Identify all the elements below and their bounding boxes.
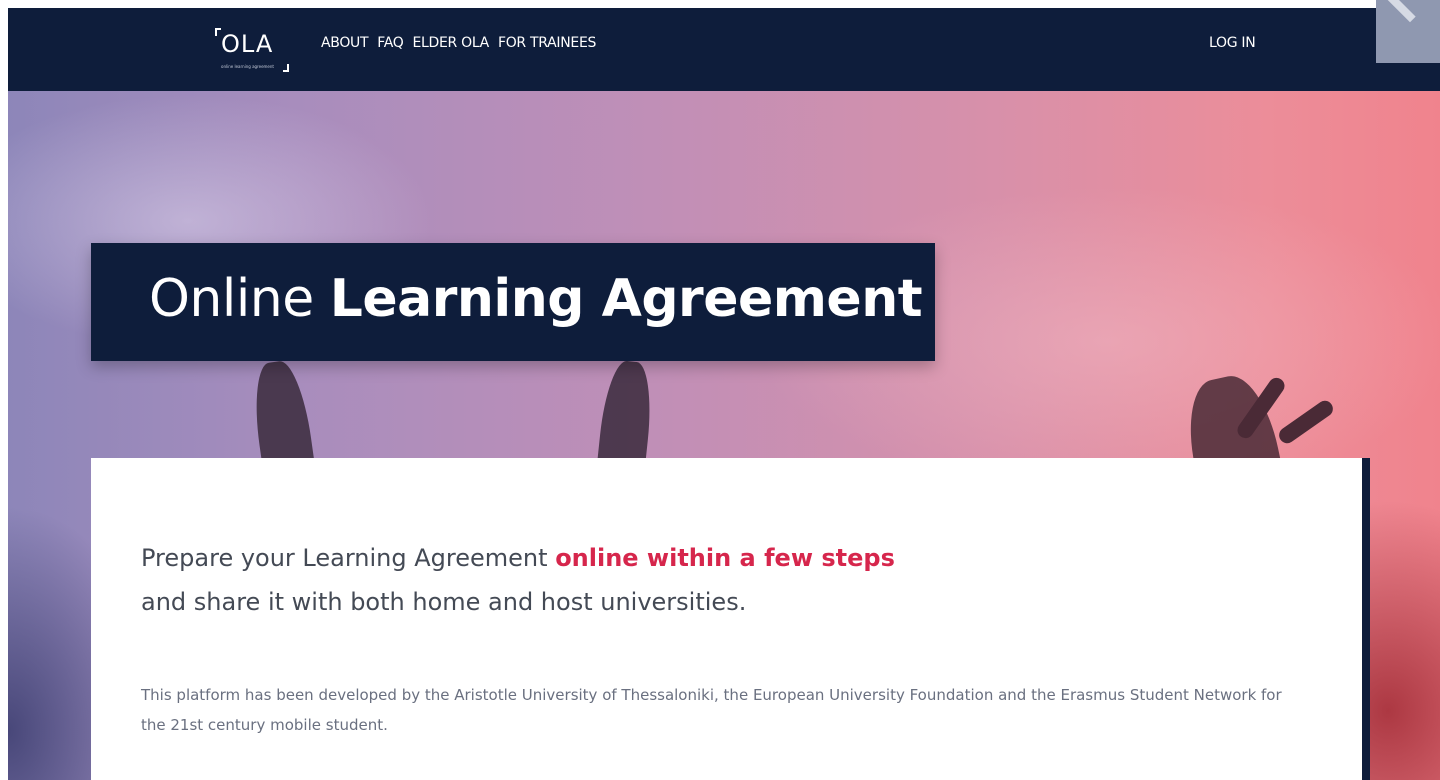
nav-link-faq[interactable]: FAQ — [377, 35, 404, 51]
nav-link-about[interactable]: ABOUT — [321, 35, 369, 51]
nav-link-elder-ola[interactable]: ELDER OLA — [412, 35, 489, 51]
hero-finger — [1276, 397, 1336, 447]
corner-widget[interactable] — [1376, 0, 1440, 63]
logo-text: OLA — [221, 30, 274, 58]
title-banner: Online Learning Agreement — [91, 243, 935, 361]
headline-accent: online within a few steps — [555, 544, 895, 572]
page: OLA online learning agreement ABOUT FAQ … — [0, 0, 1440, 780]
top-navbar: OLA online learning agreement ABOUT FAQ … — [8, 8, 1440, 91]
page-title-bold: Learning Agreement — [329, 269, 923, 329]
headline-part1: Prepare your Learning Agreement — [141, 544, 548, 572]
headline-part2: and share it with both home and host uni… — [141, 588, 747, 616]
logo-subtext: online learning agreement — [221, 64, 274, 69]
page-title: Online Learning Agreement — [149, 269, 923, 329]
ola-logo[interactable]: OLA online learning agreement — [213, 22, 293, 78]
intro-card: Prepare your Learning Agreement online w… — [91, 458, 1370, 780]
intro-description: This platform has been developed by the … — [141, 686, 1282, 734]
corner-chevron-icon — [1381, 0, 1439, 23]
login-link[interactable]: LOG IN — [1209, 35, 1256, 51]
nav-link-for-trainees[interactable]: FOR TRAINEES — [498, 35, 596, 51]
page-title-light: Online — [149, 269, 314, 329]
nav-links: ABOUT FAQ ELDER OLA FOR TRAINEES — [321, 35, 596, 51]
logo-bracket-bottom-right — [283, 64, 289, 72]
intro-headline: Prepare your Learning Agreement online w… — [141, 536, 1241, 624]
